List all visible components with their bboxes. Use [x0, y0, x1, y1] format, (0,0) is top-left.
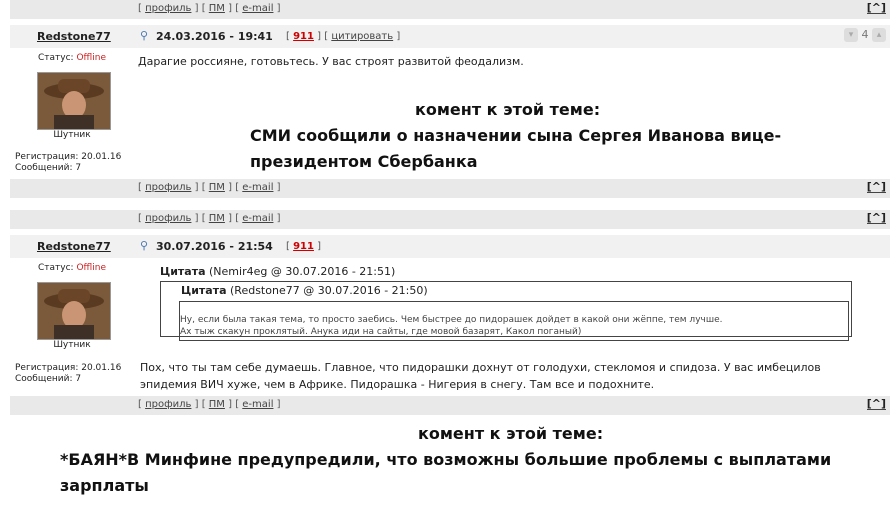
- post1-text: Дарагие россияне, готовьтесь. У вас стро…: [138, 55, 524, 68]
- post2-avatar[interactable]: [37, 282, 111, 340]
- email-link[interactable]: e-mail: [242, 3, 273, 14]
- post1-top-bar: [ профиль ] [ ПМ ] [ e-mail ] [^]: [10, 0, 890, 19]
- overlay1-line1: СМИ сообщили о назначении сына Сергея Ив…: [250, 126, 782, 145]
- post2-text: Пох, что ты там себе думаешь. Главное, ч…: [140, 359, 821, 393]
- status-value: Offline: [76, 53, 106, 63]
- post1-reg-info: Регистрация: 20.01.16 Сообщений: 7: [15, 152, 121, 174]
- quote-inner-title: Цитата (Redstone77 @ 30.07.2016 - 21:50): [181, 284, 428, 297]
- email-link[interactable]: e-mail: [242, 182, 273, 193]
- post1-bottom-links: [ профиль ] [ ПМ ] [ e-mail ]: [138, 182, 281, 193]
- quote-inner-box: Ну, если была такая тема, то просто заеб…: [179, 301, 849, 341]
- post1-author[interactable]: Redstone77: [37, 30, 111, 43]
- quote-outer-title: Цитата (Nemir4eg @ 30.07.2016 - 21:51): [160, 265, 855, 278]
- msg-count: Сообщений: 7: [15, 163, 82, 173]
- post2-rank: Шутник: [53, 340, 91, 350]
- post1-votes: ▾ 4 ▴: [844, 28, 886, 42]
- post1-meta: [ 911 ] [ цитировать ]: [286, 31, 401, 42]
- scroll-top-button[interactable]: [^]: [866, 212, 886, 224]
- pm-link[interactable]: ПМ: [209, 399, 225, 410]
- quote-source: (Redstone77 @ 30.07.2016 - 21:50): [230, 284, 428, 297]
- post2-date: 30.07.2016 - 21:54: [156, 240, 273, 253]
- quote-outer-box: Цитата (Redstone77 @ 30.07.2016 - 21:50)…: [160, 281, 852, 341]
- pm-link[interactable]: ПМ: [209, 3, 225, 14]
- profile-link[interactable]: профиль: [145, 182, 191, 193]
- pm-link[interactable]: ПМ: [209, 182, 225, 193]
- quote-label: Цитата: [181, 284, 227, 297]
- post2-top-links: [ профиль ] [ ПМ ] [ e-mail ]: [138, 213, 281, 224]
- post1-date: 24.03.2016 - 19:41: [156, 30, 273, 43]
- status-label: Статус:: [38, 263, 74, 273]
- thumb-down-icon[interactable]: ▾: [844, 28, 858, 42]
- post-link-icon[interactable]: ⚲: [140, 239, 148, 252]
- quote-inner-text: Ну, если была такая тема, то просто заеб…: [180, 314, 722, 338]
- profile-link[interactable]: профиль: [145, 3, 191, 14]
- post2-reg-info: Регистрация: 20.01.16 Сообщений: 7: [15, 363, 121, 385]
- post2-meta: [ 911 ]: [286, 241, 322, 252]
- reg-date: Регистрация: 20.01.16: [15, 363, 122, 373]
- post2-bottom-links: [ профиль ] [ ПМ ] [ e-mail ]: [138, 399, 281, 410]
- thumb-up-icon[interactable]: ▴: [872, 28, 886, 42]
- msg-count: Сообщений: 7: [15, 374, 82, 384]
- post2-number[interactable]: 911: [293, 241, 314, 252]
- post1-rank: Шутник: [53, 130, 91, 140]
- pm-link[interactable]: ПМ: [209, 213, 225, 224]
- overlay1-label: комент к этой теме:: [415, 100, 601, 119]
- reg-date: Регистрация: 20.01.16: [15, 152, 122, 162]
- overlay1-line2: президентом Сбербанка: [250, 152, 478, 171]
- status-value: Offline: [76, 263, 106, 273]
- overlay2-line2: зарплаты: [60, 476, 149, 495]
- post2-bottom-bar: [ профиль ] [ ПМ ] [ e-mail ] [^]: [10, 396, 890, 415]
- scroll-top-button[interactable]: [^]: [866, 2, 886, 14]
- post2-text-line: Пох, что ты там себе думаешь. Главное, ч…: [140, 361, 821, 374]
- post2-text-line: эпидемия ВИЧ хуже, чем в Африке. Пидораш…: [140, 378, 655, 391]
- status-label: Статус:: [38, 53, 74, 63]
- scroll-top-button[interactable]: [^]: [866, 181, 886, 193]
- quote-line: Ах тыж скакун проклятый. Анука иди на са…: [180, 327, 582, 337]
- post-link-icon[interactable]: ⚲: [140, 29, 148, 42]
- profile-link[interactable]: профиль: [145, 213, 191, 224]
- overlay2-line1: *БАЯН*В Минфине предупредили, что возмож…: [60, 450, 832, 469]
- post1-number[interactable]: 911: [293, 31, 314, 42]
- post1-bottom-bar: [ профиль ] [ ПМ ] [ e-mail ] [^]: [10, 179, 890, 198]
- post1-status: Статус: Offline: [10, 53, 134, 63]
- quote-source: (Nemir4eg @ 30.07.2016 - 21:51): [209, 265, 396, 278]
- post1-top-links: [ профиль ] [ ПМ ] [ e-mail ]: [138, 3, 281, 14]
- scroll-top-button[interactable]: [^]: [866, 398, 886, 410]
- post1-avatar[interactable]: [37, 72, 111, 130]
- avatar-image: [38, 283, 110, 339]
- post2-status: Статус: Offline: [10, 263, 134, 273]
- post2-header: Redstone77 ⚲ 30.07.2016 - 21:54 [ 911 ]: [10, 235, 890, 258]
- post2-quote-outer: Цитата (Nemir4eg @ 30.07.2016 - 21:51) Ц…: [160, 265, 855, 341]
- email-link[interactable]: e-mail: [242, 399, 273, 410]
- vote-count: 4: [861, 28, 869, 41]
- cite-link[interactable]: цитировать: [331, 31, 393, 42]
- avatar-image: [38, 73, 110, 129]
- quote-line: Ну, если была такая тема, то просто заеб…: [180, 315, 723, 325]
- post1-header: Redstone77 ⚲ 24.03.2016 - 19:41 [ 911 ] …: [10, 25, 890, 48]
- quote-label: Цитата: [160, 265, 206, 278]
- overlay2-label: комент к этой теме:: [418, 424, 604, 443]
- post2-top-bar: [ профиль ] [ ПМ ] [ e-mail ] [^]: [10, 210, 890, 229]
- post2-author[interactable]: Redstone77: [37, 240, 111, 253]
- email-link[interactable]: e-mail: [242, 213, 273, 224]
- profile-link[interactable]: профиль: [145, 399, 191, 410]
